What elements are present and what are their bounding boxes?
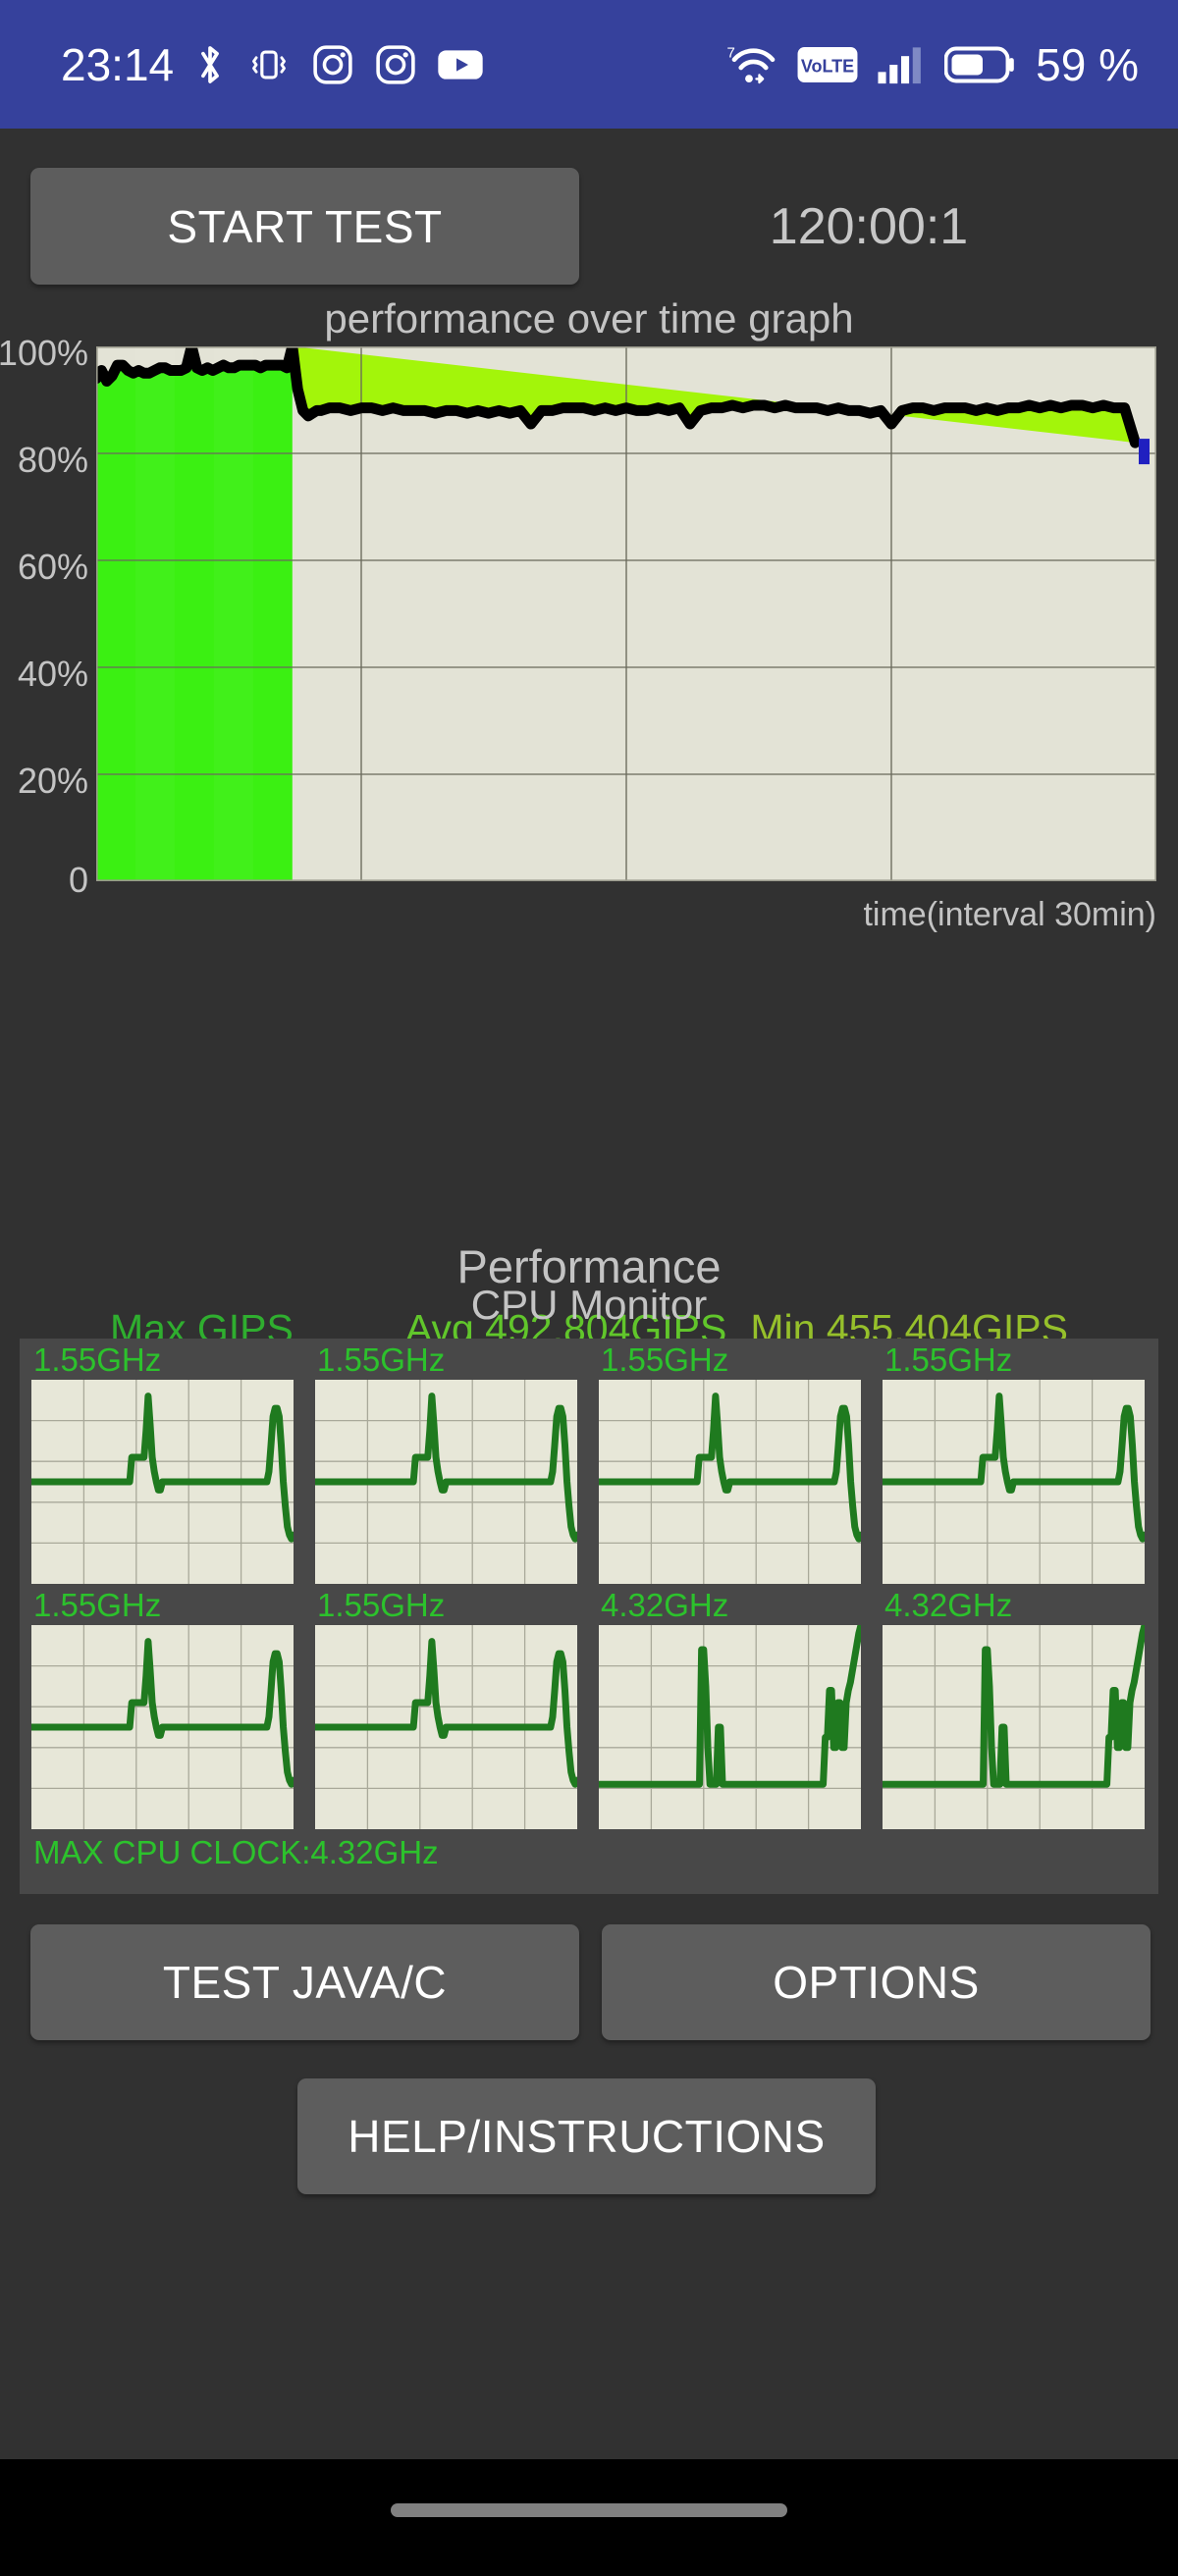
cpu-core-graph [883, 1380, 1145, 1584]
test-timer: 120:00:1 [769, 197, 969, 255]
vibrate-icon [246, 42, 292, 87]
start-test-button[interactable]: START TEST [30, 168, 579, 285]
battery-percent-label: 59 % [1036, 38, 1139, 90]
x-axis-label: time(interval 30min) [863, 896, 1156, 933]
cpu-core-cell: 1.55GHz [24, 1588, 303, 1833]
status-clock: 23:14 [61, 38, 175, 90]
cpu-core-row: 1.55GHz 1.55GHz 1.55GHz 1.55GHz [24, 1342, 1158, 1588]
app-root: START TEST 120:00:1 performance over tim… [0, 129, 1178, 2459]
youtube-icon [437, 47, 484, 82]
cpu-core-cell: 1.55GHz [875, 1342, 1154, 1588]
svg-text:VoLTE: VoLTE [801, 56, 854, 76]
cpu-core-graph [883, 1625, 1145, 1829]
cpu-core-cell: 1.55GHz [24, 1342, 303, 1588]
status-bar-left: 23:14 [61, 38, 484, 91]
top-controls: START TEST 120:00:1 [0, 148, 1178, 286]
y-axis-tick: 80% [17, 440, 88, 480]
cpu-core-graph [599, 1625, 861, 1829]
cpu-core-frequency: 1.55GHz [317, 1587, 446, 1623]
cpu-core-cell: 4.32GHz [591, 1588, 871, 1833]
y-axis-tick: 40% [17, 654, 88, 694]
performance-plot-svg [96, 346, 1156, 881]
cpu-core-graph [599, 1380, 861, 1584]
instagram-icon [311, 43, 354, 86]
instagram-icon [374, 43, 417, 86]
y-axis-tick: 0 [68, 860, 88, 900]
cpu-monitor-title: CPU Monitor [470, 1282, 708, 1328]
performance-chart-section: performance over time graph 100% 80% 60%… [0, 295, 1178, 1415]
cpu-core-graph [315, 1380, 577, 1584]
status-bar: 23:14 7 VoLTE 59 % [0, 0, 1178, 129]
cpu-core-frequency: 4.32GHz [884, 1587, 1013, 1623]
home-gesture-pill[interactable] [391, 2503, 787, 2517]
cpu-core-cell: 4.32GHz [875, 1588, 1154, 1833]
cpu-core-frequency: 1.55GHz [601, 1341, 729, 1378]
performance-chart-title: performance over time graph [324, 295, 854, 342]
volte-icon: VoLTE [797, 46, 858, 82]
cpu-monitor-panel: 1.55GHz 1.55GHz 1.55GHz 1.55GHz 1.55GHz 1.55… [20, 1339, 1158, 1894]
wifi-icon: 7 [725, 41, 778, 88]
y-axis-tick: 100% [0, 333, 88, 373]
help-instructions-button[interactable]: HELP/INSTRUCTIONS [297, 2078, 876, 2194]
cpu-core-row: 1.55GHz 1.55GHz 4.32GHz 4.32GHz [24, 1588, 1158, 1833]
performance-plot [96, 346, 1156, 881]
cpu-core-cell: 1.55GHz [591, 1342, 871, 1588]
cpu-core-frequency: 1.55GHz [33, 1341, 162, 1378]
signal-icon [877, 44, 926, 85]
y-axis-tick: 60% [17, 547, 88, 587]
cpu-core-graph [31, 1625, 294, 1829]
cpu-core-cell: 1.55GHz [307, 1342, 587, 1588]
options-button[interactable]: OPTIONS [602, 1924, 1151, 2040]
status-bar-right: 7 VoLTE 59 % [725, 38, 1139, 91]
cpu-core-cell: 1.55GHz [307, 1588, 587, 1833]
system-navigation-bar [0, 2459, 1178, 2576]
test-java-c-button[interactable]: TEST JAVA/C [30, 1924, 579, 2040]
cpu-core-frequency: 1.55GHz [884, 1341, 1013, 1378]
battery-icon [944, 45, 1015, 84]
cpu-core-graph [31, 1380, 294, 1584]
cpu-core-graph [315, 1625, 577, 1829]
cpu-core-frequency: 4.32GHz [601, 1587, 729, 1623]
cpu-core-frequency: 1.55GHz [33, 1587, 162, 1623]
y-axis-tick: 20% [17, 761, 88, 801]
cpu-core-frequency: 1.55GHz [317, 1341, 446, 1378]
max-cpu-clock-label: MAX CPU CLOCK:4.32GHz [33, 1834, 439, 1870]
bluetooth-icon [193, 42, 227, 87]
